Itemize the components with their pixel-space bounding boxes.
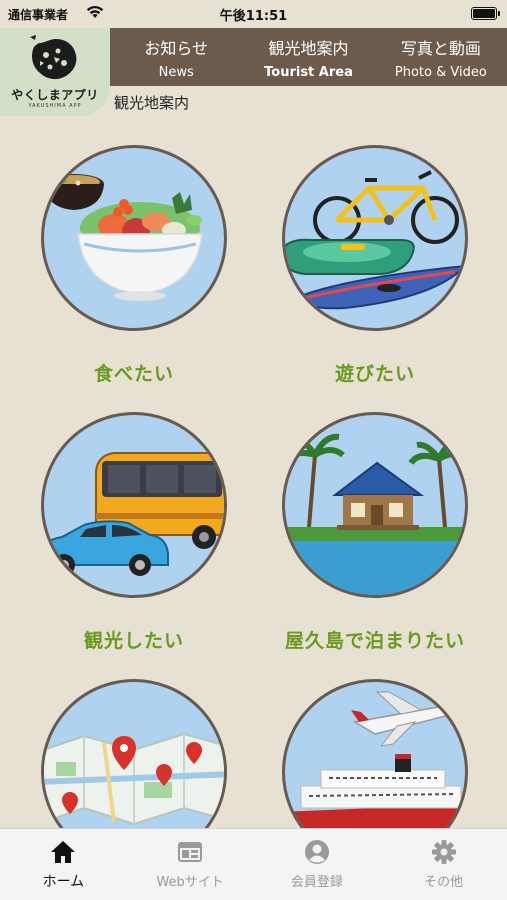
nav-item-label-en: Tourist Area xyxy=(264,64,353,80)
home-icon xyxy=(51,841,76,863)
battery-icon xyxy=(471,7,500,20)
gear-icon xyxy=(431,840,456,864)
category-label: 食べたい xyxy=(93,363,174,385)
app-logo[interactable]: やくしまアプリ YAKUSHIMA APP xyxy=(0,28,110,116)
category-tile-eat[interactable]: 食べたい xyxy=(39,145,229,386)
nav-item-tourist-area[interactable]: 観光地案内 Tourist Area xyxy=(242,28,374,86)
lodge-icon xyxy=(282,412,468,598)
bus-car-icon xyxy=(41,412,227,598)
island-logo-icon xyxy=(30,35,77,80)
category-tile-sightseeing[interactable]: 観光したい xyxy=(39,412,229,653)
nav-item-label-jp: 観光地案内 xyxy=(268,38,349,58)
bicycle-kayak-icon xyxy=(282,145,468,331)
page-title: 観光地案内 xyxy=(114,94,190,112)
user-icon xyxy=(304,840,329,864)
category-label: 屋久島で泊まりたい xyxy=(284,630,465,652)
food-bowl-icon xyxy=(41,145,227,331)
category-tile-play[interactable]: 遊びたい xyxy=(280,145,470,386)
nav-item-label-en: Photo & Video xyxy=(394,64,487,80)
top-nav: お知らせ News 観光地案内 Tourist Area 写真と動画 Photo… xyxy=(110,28,507,86)
status-time: 午後11:51 xyxy=(219,9,288,24)
logo-text: やくしまアプリ xyxy=(11,88,99,102)
nav-item-label-jp: 写真と動画 xyxy=(400,38,481,58)
nav-item-news[interactable]: お知らせ News xyxy=(110,28,242,86)
tab-website[interactable]: Webサイト xyxy=(127,829,254,900)
bottom-tab-bar: ホーム Webサイト 会員登録 その他 xyxy=(0,828,507,900)
tab-label: ホーム xyxy=(42,874,85,890)
category-label: 遊びたい xyxy=(334,363,415,385)
tab-register[interactable]: 会員登録 xyxy=(254,829,381,900)
logo-subtext: YAKUSHIMA APP xyxy=(28,103,82,109)
category-label: 観光したい xyxy=(83,630,184,652)
nav-item-photo-video[interactable]: 写真と動画 Photo & Video xyxy=(375,28,507,86)
nav-item-label-jp: お知らせ xyxy=(144,38,208,58)
browser-icon xyxy=(178,842,203,862)
nav-item-label-en: News xyxy=(158,64,194,80)
category-tile-stay[interactable]: 屋久島で泊まりたい xyxy=(280,412,470,653)
status-bar: 通信事業者 午後11:51 xyxy=(0,0,507,28)
tab-label: その他 xyxy=(424,875,464,890)
tab-other[interactable]: その他 xyxy=(380,829,507,900)
tab-label: Webサイト xyxy=(156,875,224,890)
tab-label: 会員登録 xyxy=(290,875,343,890)
tab-home[interactable]: ホーム xyxy=(0,829,127,900)
